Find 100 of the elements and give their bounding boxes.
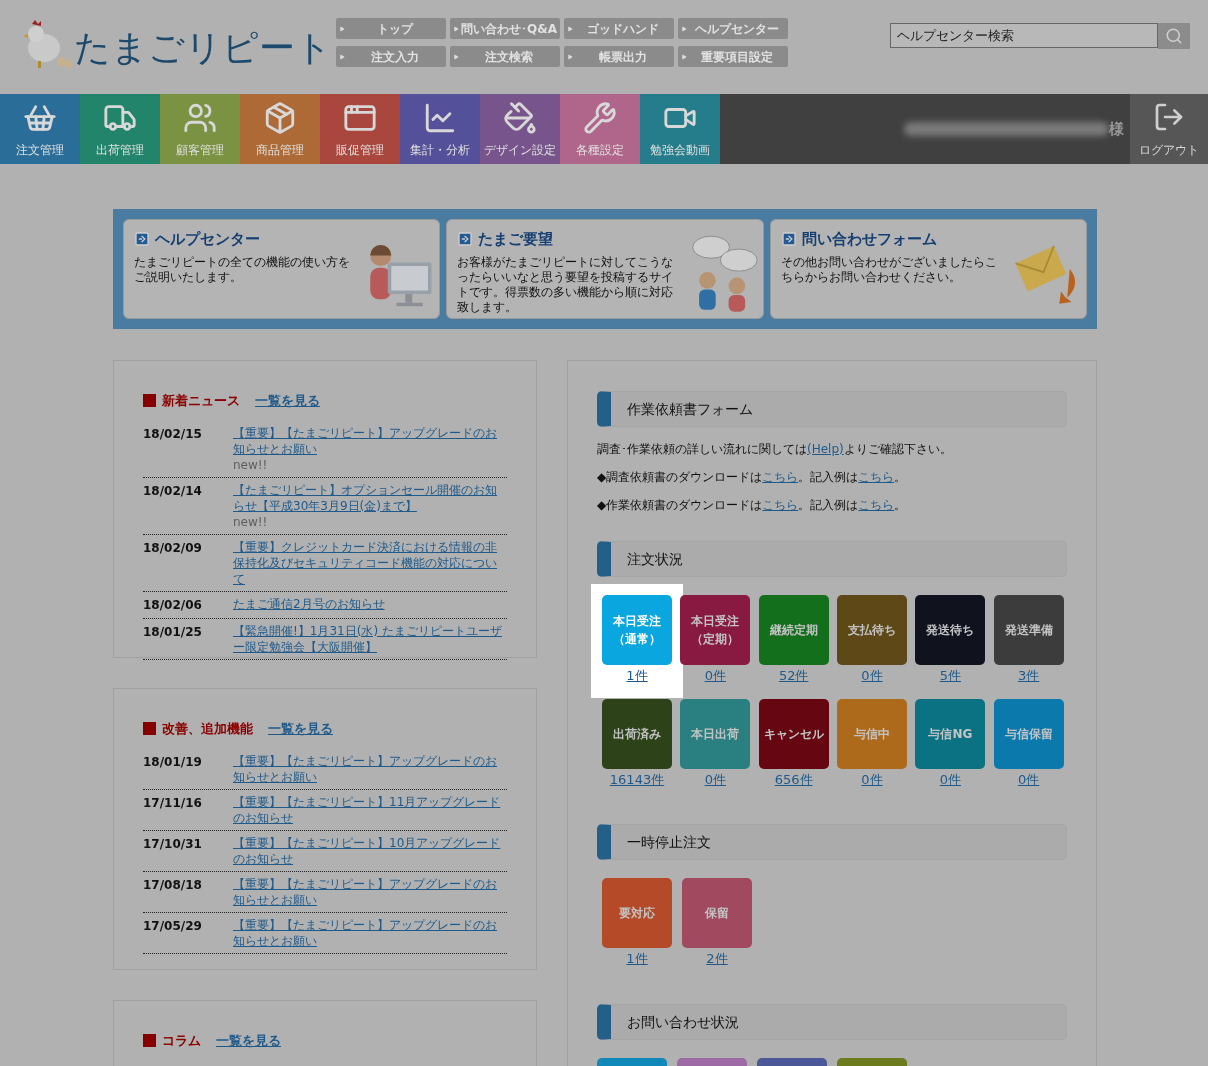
new-label: new!! — [233, 513, 268, 530]
news-link[interactable]: 【重要】【たまごリピート】アップグレードのお知らせとお願い — [233, 424, 507, 457]
logo-text[interactable]: たまごリピート — [74, 26, 332, 70]
count-link[interactable]: 5件 — [939, 668, 961, 684]
count-link[interactable]: 3件 — [1018, 668, 1040, 684]
count-link[interactable]: 0件 — [939, 772, 961, 788]
inline-link[interactable]: こちら — [858, 470, 895, 484]
see-all-link[interactable]: 一覧を見る — [255, 391, 320, 411]
top-link-button[interactable]: ゴッドハンド — [564, 18, 674, 39]
inline-link[interactable]: こちら — [762, 470, 799, 484]
top-link-button[interactable]: 問い合わせ･Q&A — [450, 18, 560, 39]
news-section-title: 新着ニュース — [162, 392, 240, 410]
count-link[interactable]: 16143件 — [609, 772, 665, 788]
news-link[interactable]: 【重要】クレジットカード決済における情報の非保持化及びセキュリティコード機能の対応について — [233, 538, 507, 587]
top-link-button[interactable]: 注文検索 — [450, 46, 560, 67]
status-tile[interactable]: 発送待ち — [915, 595, 986, 665]
status-tile[interactable]: 与信NG — [915, 699, 986, 769]
triangle-icon — [339, 25, 345, 32]
square-bullet-icon — [143, 1034, 156, 1048]
see-all-link[interactable]: 一覧を見る — [268, 719, 333, 739]
top-link-button[interactable]: 重要項目設定 — [678, 46, 788, 67]
nav-tab[interactable]: デザイン設定 — [480, 94, 560, 164]
help-card[interactable]: たまご要望 お客様がたまごリピートに対してこうなったらいいなと思う要望を投稿するサイトです。得票数の多い機能から順に対応致します。 — [446, 219, 764, 319]
triangle-icon — [339, 53, 345, 60]
nav-tab[interactable]: 販促管理 — [320, 94, 400, 164]
section-header: 一時停止注文 — [597, 824, 1067, 860]
news-link[interactable]: 【緊急開催!】1月31日(水) たまごリピートユーザー限定勉強会【大阪開催】 — [233, 622, 507, 655]
count-link[interactable]: 1件 — [626, 668, 648, 684]
square-bullet-icon — [143, 394, 156, 408]
nav-tab[interactable]: 顧客管理 — [160, 94, 240, 164]
top-link-button[interactable]: ヘルプセンター — [678, 18, 788, 39]
inline-link[interactable]: (Help) — [807, 442, 844, 456]
nav-tab[interactable]: 各種設定 — [560, 94, 640, 164]
nav-tab[interactable]: 注文管理 — [0, 94, 80, 164]
news-link[interactable]: たまご通信2月号のお知らせ — [233, 595, 507, 612]
status-tile[interactable]: 本日受注 （通常） — [602, 595, 672, 665]
nav-tab[interactable]: 集計・分析 — [400, 94, 480, 164]
status-tile[interactable]: 保留 — [682, 878, 752, 948]
news-link[interactable]: 【重要】【たまごリピート】アップグレードのお知らせとお願い — [233, 752, 507, 785]
count-link[interactable]: 2件 — [706, 951, 728, 967]
help-card[interactable]: 問い合わせフォーム その他お問い合わせがございましたらこちらからお問い合わせください。 — [769, 219, 1087, 319]
status-tile[interactable]: 本日受注 （定期） — [680, 595, 751, 665]
news-date: 17/10/31 — [143, 835, 203, 853]
section-header: 作業依頼書フォーム — [597, 391, 1067, 427]
status-tile[interactable]: 支払待ち — [837, 595, 907, 665]
status-tile[interactable]: 出荷済み — [602, 699, 672, 769]
nav-tab[interactable]: 出荷管理 — [80, 94, 160, 164]
nav-tab[interactable]: 商品管理 — [240, 94, 320, 164]
status-tile[interactable]: 本日出荷 — [680, 699, 751, 769]
triangle-icon — [681, 25, 687, 32]
paint-bucket-icon — [503, 101, 537, 135]
news-link[interactable]: 【たまごリピート】オプションセール開催のお知らせ【平成30年3月9日(金)まで】 — [233, 481, 507, 514]
search-field[interactable]: ヘルプセンター検索 — [890, 23, 1158, 48]
count-link[interactable]: 1件 — [626, 951, 648, 967]
status-tile[interactable]: 発送準備 — [993, 595, 1064, 665]
status-tile[interactable]: 継続定期 — [758, 595, 829, 665]
help-card-text: その他お問い合わせがございましたらこちらからお問い合わせください。 — [780, 254, 998, 285]
news-link[interactable]: 【重要】【たまごリピート】アップグレードのお知らせとお願い — [233, 916, 507, 949]
top-link-button[interactable]: 帳票出力 — [564, 46, 674, 67]
help-card-title: ヘルプセンター — [155, 229, 260, 250]
count-link[interactable]: 0件 — [704, 772, 726, 788]
news-link[interactable]: 【重要】【たまごリピート】10月アップグレードのお知らせ — [233, 834, 507, 867]
wrench-icon — [583, 101, 617, 135]
nav-tab[interactable]: 勉強会動画 — [640, 94, 720, 164]
status-tile[interactable]: 与信保留 — [993, 699, 1064, 769]
count-link[interactable]: 0件 — [861, 772, 883, 788]
help-card[interactable]: ヘルプセンター たまごリピートの全ての機能の使い方をご説明いたします。 — [123, 219, 441, 319]
count-link[interactable]: 0件 — [704, 668, 726, 684]
top-link-button[interactable]: 注文入力 — [336, 46, 446, 67]
news-link[interactable]: 【重要】【たまごリピート】11月アップグレードのお知らせ — [233, 793, 507, 826]
search-button[interactable] — [1158, 23, 1190, 49]
news-date: 18/02/14 — [143, 482, 203, 500]
status-tile[interactable]: 与信中 — [837, 699, 907, 769]
count-link[interactable]: 656件 — [774, 772, 813, 788]
count-link[interactable]: 0件 — [1018, 772, 1040, 788]
count-link[interactable]: 0件 — [861, 668, 883, 684]
help-card-title: 問い合わせフォーム — [801, 229, 937, 250]
triangle-icon — [453, 25, 459, 32]
logout-button[interactable]: ログアウト — [1130, 94, 1208, 164]
inline-link[interactable]: こちら — [858, 498, 895, 512]
news-date: 17/08/18 — [143, 876, 203, 894]
help-card-title: たまご要望 — [478, 229, 554, 250]
top-link-button[interactable]: トップ — [336, 18, 446, 39]
line-chart-icon — [423, 101, 457, 135]
news-date: 18/01/25 — [143, 623, 203, 641]
search-icon — [1165, 27, 1183, 45]
news-link[interactable]: 【重要】【たまごリピート】アップグレードのお知らせとお願い — [233, 875, 507, 908]
count-link[interactable]: 52件 — [778, 668, 809, 684]
news-date: 18/02/09 — [143, 539, 203, 557]
status-tile[interactable]: 要対応 — [602, 878, 672, 948]
status-tile[interactable]: キャンセル — [758, 699, 829, 769]
instruction-text: 調査･作業依頼の詳しい流れに関しては(Help)よりご確認下さい。 — [597, 441, 953, 457]
logout-icon — [1153, 101, 1185, 133]
news-date: 18/01/19 — [143, 753, 203, 771]
triangle-icon — [567, 25, 573, 32]
news-section-title: 改善、追加機能 — [162, 720, 253, 738]
inline-link[interactable]: こちら — [762, 498, 799, 512]
news-section-title: コラム — [162, 1032, 201, 1050]
see-all-link[interactable]: 一覧を見る — [216, 1031, 281, 1051]
triangle-icon — [681, 53, 687, 60]
